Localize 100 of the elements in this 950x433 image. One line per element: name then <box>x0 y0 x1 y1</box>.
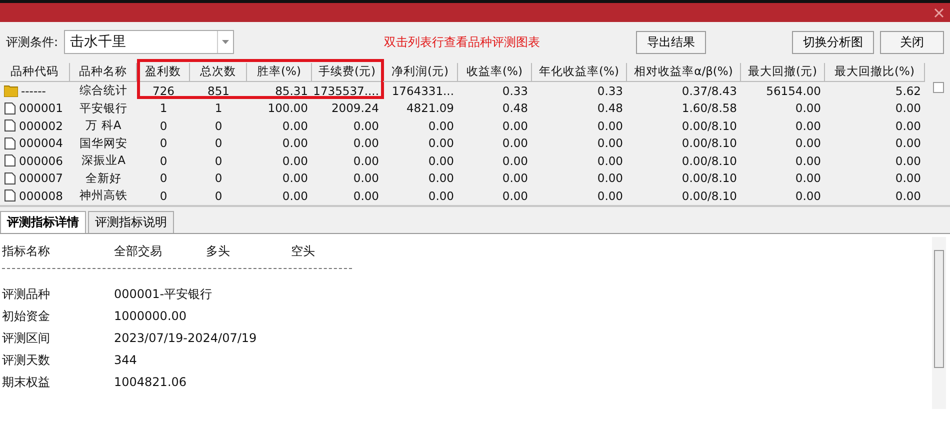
table-cell: 1735537.... <box>313 84 379 98</box>
table-cell: 0.00 <box>502 154 528 168</box>
table-cell: 0.48 <box>502 101 528 116</box>
table-cell: 0.00 <box>502 188 528 203</box>
table-cell: 0.00 <box>895 136 921 150</box>
table-cell: 0.00 <box>795 118 821 133</box>
toolbar-button[interactable]: 关闭 <box>880 30 944 54</box>
page-icon <box>4 189 16 202</box>
column-header[interactable]: 总次数 <box>190 62 247 82</box>
table-cell: 0 <box>160 171 168 186</box>
column-header[interactable]: 最大回撤(元) <box>741 62 825 82</box>
column-header[interactable]: 收益率(%) <box>458 62 532 82</box>
table-cell: 0.00 <box>502 118 528 133</box>
table-cell: 综合统计 <box>80 83 128 98</box>
column-header[interactable]: 净利润(元) <box>383 62 458 82</box>
table-cell: 0.33 <box>502 84 528 98</box>
table-cell: 0.00/8.10 <box>682 136 737 150</box>
detail-header: 全部交易 <box>114 242 163 260</box>
table-cell: 0 <box>214 188 222 203</box>
toolbar-button[interactable]: 切换分析图 <box>792 30 874 54</box>
table-cell: 国华网安 <box>80 136 128 151</box>
tab[interactable]: 评测指标详情 <box>0 211 86 233</box>
table-cell: 0.00 <box>597 154 623 168</box>
table-cell: 0.00 <box>895 171 921 186</box>
table-cell: 0.00 <box>353 136 379 150</box>
table-cell: 神州高铁 <box>80 188 128 204</box>
table-cell: 100.00 <box>268 101 308 116</box>
column-header[interactable]: 最大回撤比(%) <box>825 62 925 82</box>
table-cell: 0.00 <box>795 154 821 168</box>
tab[interactable]: 评测指标说明 <box>88 211 174 233</box>
table-cell: 0 <box>214 118 222 133</box>
table-cell: 2009.24 <box>331 101 379 116</box>
table-cell: 0.48 <box>597 101 623 116</box>
detail-value: 000001-平安银行 <box>114 286 214 302</box>
table-cell: 1.60/8.58 <box>682 101 737 116</box>
table-cell: 0.00 <box>895 118 921 133</box>
table-cell: 0.00 <box>353 154 379 168</box>
table-cell: 0.00 <box>795 188 821 203</box>
table-cell: 0.33 <box>597 84 623 98</box>
table-cell: 1 <box>160 101 168 116</box>
table-cell: 1764331... <box>392 84 454 98</box>
table-cell: 0.00 <box>282 188 308 203</box>
page-icon <box>4 136 16 150</box>
table-cell: 0.00 <box>597 118 623 133</box>
table-cell: 0.00 <box>895 101 921 116</box>
table-cell: 0.00 <box>428 171 454 186</box>
condition-dropdown[interactable]: 击水千里 <box>64 30 234 54</box>
table-cell: 0.37/8.43 <box>682 84 737 98</box>
table-cell: 0.00 <box>795 101 821 116</box>
table-cell: 0.00/8.10 <box>682 118 737 133</box>
table-cell: 0.00 <box>282 154 308 168</box>
table-cell: 0.00 <box>282 118 308 133</box>
table-cell: 0.00 <box>895 188 921 203</box>
table-cell: 851 <box>208 84 230 98</box>
table-cell: 0.00 <box>502 136 528 150</box>
column-header[interactable]: 盈利数 <box>137 62 190 82</box>
page-icon <box>4 119 16 132</box>
detail-value: 344 <box>114 353 138 367</box>
table-cell: 1 <box>214 101 222 116</box>
table-cell: 0.00 <box>795 171 821 186</box>
column-header[interactable]: 品种代码 <box>0 62 70 82</box>
table-cell: 全新好 <box>86 170 122 186</box>
column-header[interactable]: 品种名称 <box>70 62 137 82</box>
scrollbar[interactable] <box>932 237 946 409</box>
table-cell: 0.00 <box>428 188 454 203</box>
table-cell: 0 <box>214 136 222 150</box>
table-cell: 0.00 <box>895 154 921 168</box>
close-icon[interactable] <box>934 8 944 18</box>
detail-header: 指标名称 <box>2 242 51 260</box>
table-cell: 85.31 <box>275 84 308 98</box>
table-cell: 56154.00 <box>766 84 821 98</box>
table-cell: 0 <box>160 118 168 133</box>
column-header[interactable]: 手续费(元) <box>312 62 383 82</box>
table-cell: 4821.09 <box>406 101 454 116</box>
table-cell: 0 <box>160 136 168 150</box>
table-cell: 深振业A <box>82 153 126 168</box>
checkbox[interactable] <box>933 82 944 93</box>
table-cell: 000004 <box>19 136 63 150</box>
table-cell: 5.62 <box>895 84 921 98</box>
table-cell: 0.00/8.10 <box>682 154 737 168</box>
column-header[interactable]: 胜率(%) <box>247 62 312 82</box>
folder-icon <box>4 84 18 97</box>
table-cell: 726 <box>152 84 174 98</box>
column-header[interactable]: 年化收益率(%) <box>532 62 627 82</box>
table-cell: 0.00 <box>428 118 454 133</box>
table-cell: 000007 <box>19 171 63 186</box>
page-icon <box>4 102 16 115</box>
table-cell: 0 <box>214 171 222 186</box>
table-cell: 0.00 <box>597 188 623 203</box>
table-cell: 000001 <box>19 101 63 116</box>
column-header[interactable]: 相对收益率α/β(%) <box>627 62 741 82</box>
table-cell: 0.00 <box>428 154 454 168</box>
page-icon <box>4 172 16 185</box>
toolbar-button[interactable]: 导出结果 <box>636 30 706 54</box>
table-cell: 0.00 <box>353 188 379 203</box>
table-cell: 0 <box>160 188 168 203</box>
detail-value: 2023/07/19-2024/07/19 <box>114 331 258 345</box>
table-cell: 0.00 <box>428 136 454 150</box>
table-cell: 0.00 <box>353 171 379 186</box>
hint-text: 双击列表行查看品种评测图表 <box>384 34 540 50</box>
